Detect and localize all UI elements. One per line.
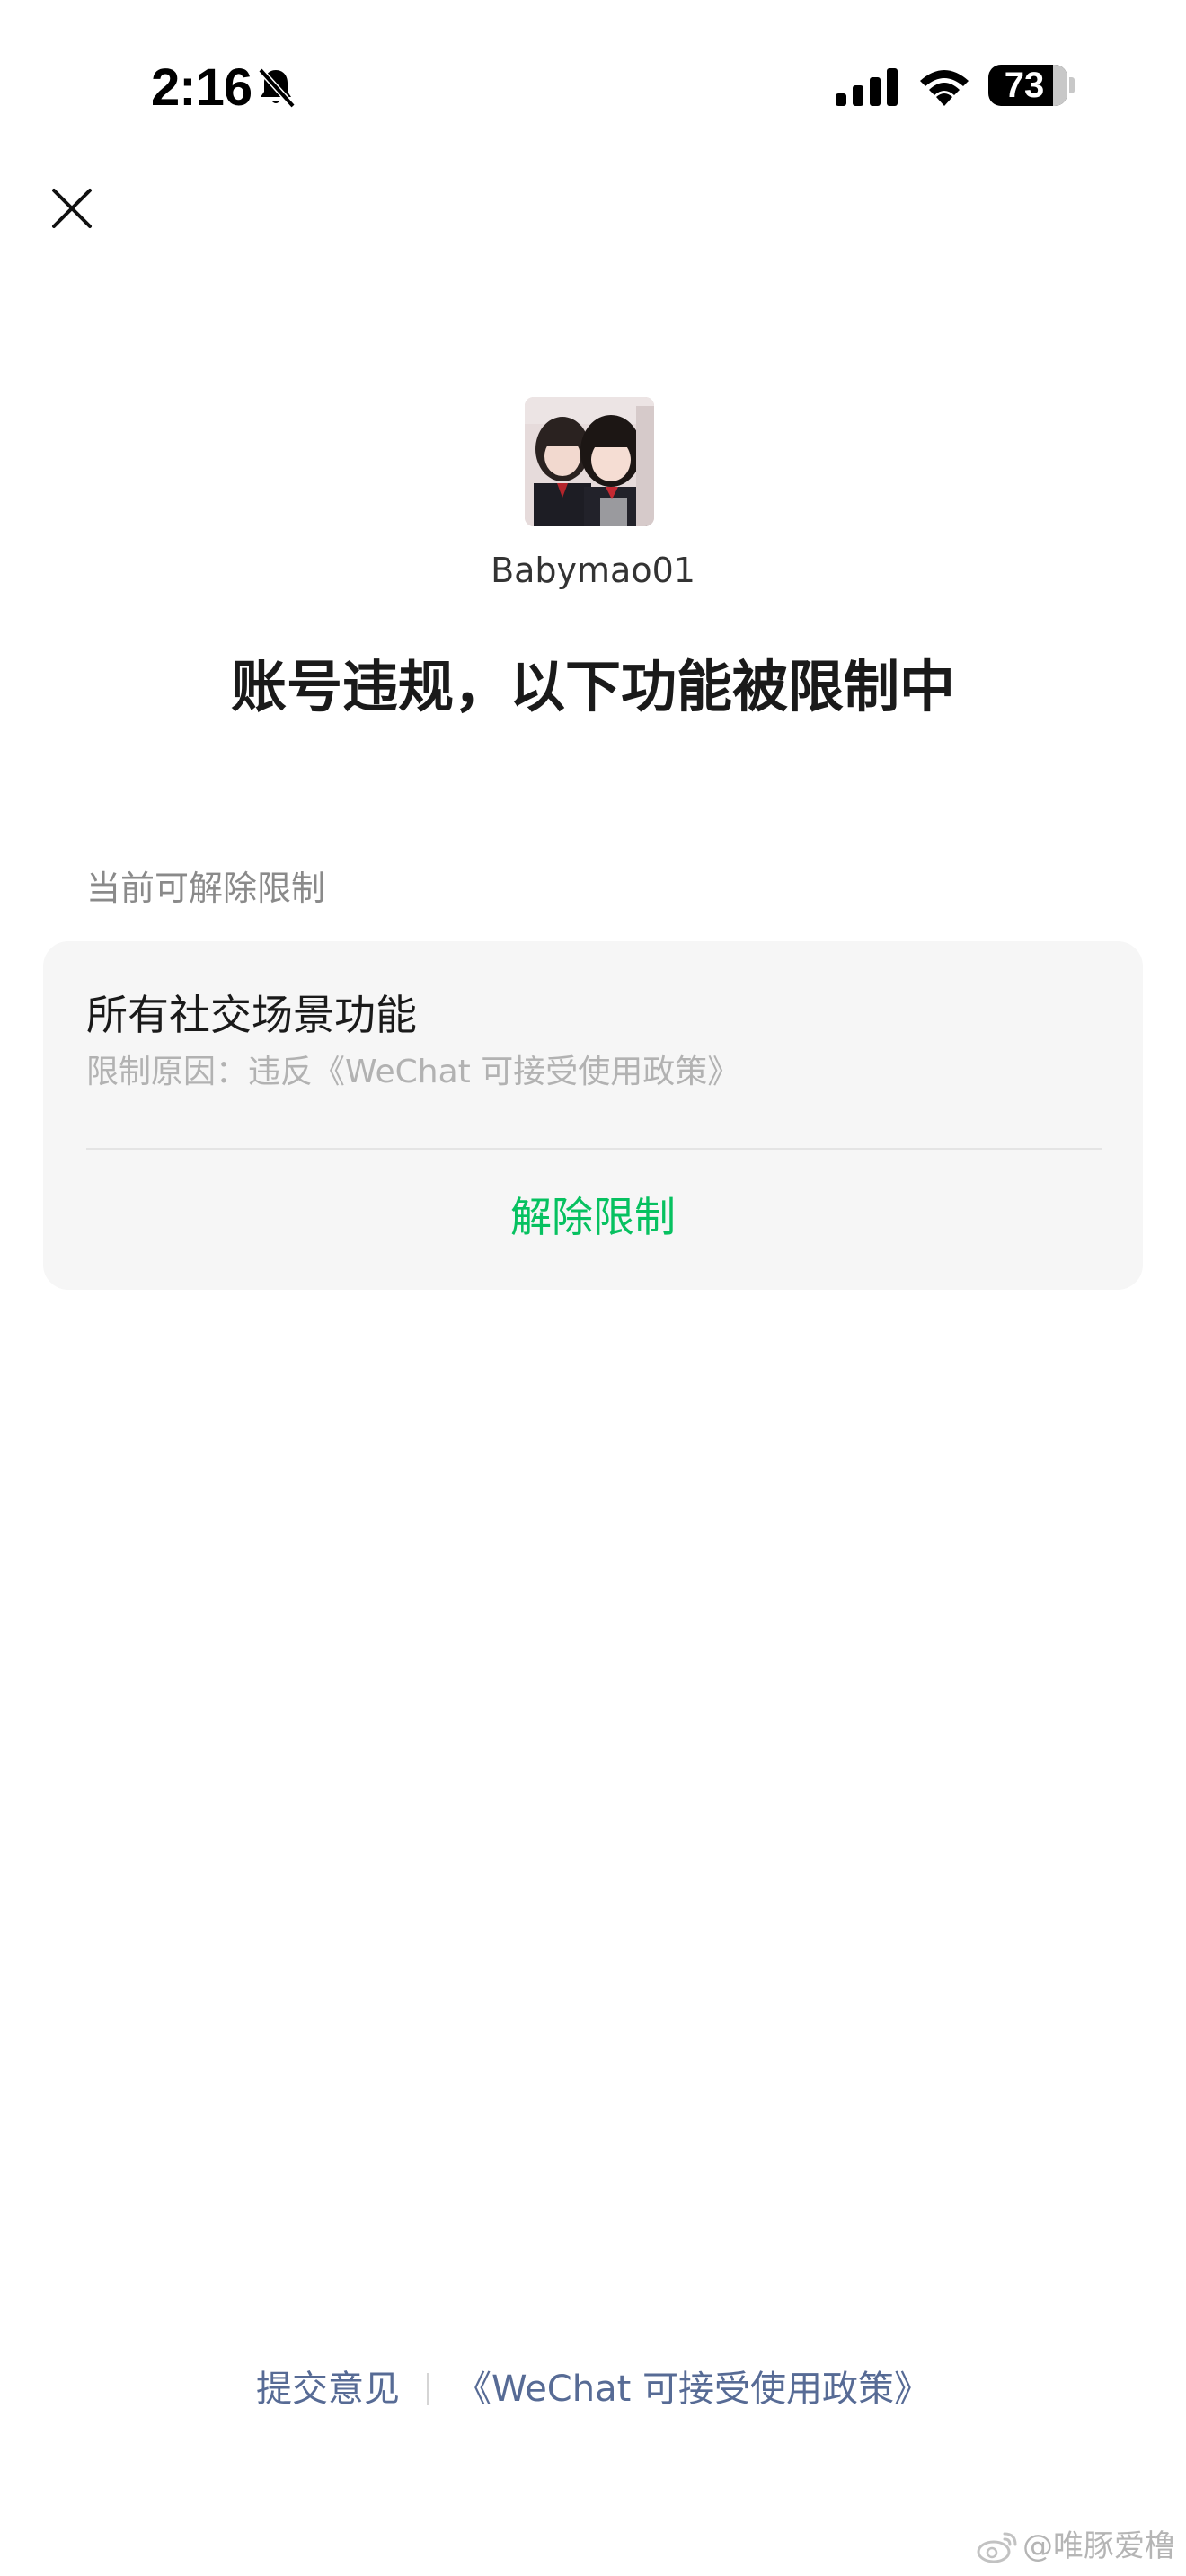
username: Babymao01	[491, 551, 695, 590]
battery-icon: 73	[988, 65, 1067, 106]
footer-divider	[426, 2373, 429, 2405]
battery-cap	[1069, 77, 1075, 93]
card-divider	[86, 1148, 1102, 1150]
watermark-text: @唯豚爱橹	[1022, 2528, 1175, 2564]
battery-percent: 73	[1004, 66, 1045, 105]
policy-link[interactable]: 《WeChat 可接受使用政策》	[456, 2353, 930, 2425]
status-time: 2:16	[151, 58, 252, 117]
restriction-reason: 限制原因：违反《WeChat 可接受使用政策》	[86, 1054, 740, 1090]
watermark: @唯豚爱橹	[976, 2524, 1175, 2569]
avatar-image	[525, 397, 654, 526]
page-title: 账号违规，以下功能被限制中	[230, 654, 955, 719]
section-label: 当前可解除限制	[86, 869, 326, 908]
avatar	[525, 397, 654, 526]
restriction-page: 2:16 73 Babymao01 账号违规，以下功能被限制中 当前可解除限制 …	[0, 0, 1186, 2576]
submit-feedback-link[interactable]: 提交意见	[256, 2353, 400, 2425]
restriction-title: 所有社交场景功能	[86, 991, 417, 1039]
footer-links: 提交意见 《WeChat 可接受使用政策》	[0, 2353, 1186, 2425]
bell-slash-icon	[258, 67, 296, 109]
cellular-signal-icon	[836, 68, 898, 106]
lift-restriction-button[interactable]: 解除限制	[43, 1177, 1143, 1257]
weibo-icon	[977, 2532, 1017, 2563]
wifi-icon	[920, 70, 969, 106]
close-icon[interactable]	[47, 183, 97, 234]
restriction-card: 所有社交场景功能 限制原因：违反《WeChat 可接受使用政策》 解除限制	[43, 941, 1143, 1290]
